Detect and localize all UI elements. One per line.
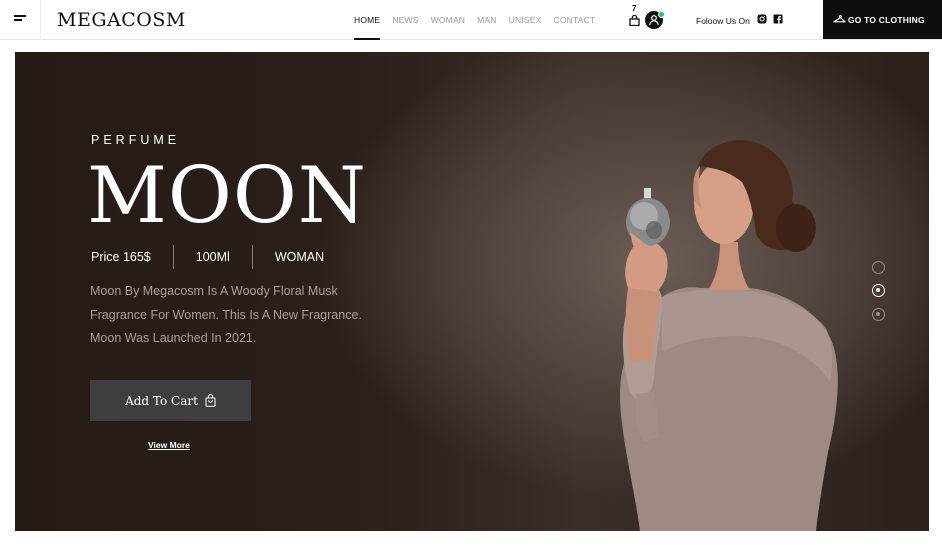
slide-dot-2-active[interactable] [872, 284, 885, 297]
menu-icon[interactable] [14, 14, 28, 24]
product-category: PERFUME [91, 133, 181, 147]
model-with-perfume-image [619, 140, 838, 531]
go-to-clothing-button[interactable]: GO TO CLOTHING [823, 0, 942, 39]
online-status-dot [658, 11, 665, 18]
follow-us-label: Foloow Us On [696, 16, 750, 26]
slide-dot-3[interactable] [872, 308, 885, 321]
spec-divider [251, 245, 253, 269]
nav-man[interactable]: MAN [477, 15, 497, 25]
nav-news[interactable]: NEWS [392, 15, 418, 25]
shopping-bag-icon [629, 15, 640, 26]
site-header: MEGACOSM HOME NEWS WOMAN MAN UNISEX CONT… [0, 0, 942, 40]
add-to-cart-button[interactable]: Add To Cart [90, 380, 251, 421]
slide-dot-1[interactable] [872, 261, 885, 274]
product-volume: 100Ml [195, 250, 230, 264]
product-gender: WOMAN [274, 250, 325, 264]
hero-banner: PERFUME MOON Price 165$ 100Ml WOMAN Moon… [15, 52, 929, 531]
instagram-icon[interactable] [757, 14, 767, 24]
hanger-icon [833, 15, 846, 23]
product-price: Price 165$ [91, 250, 151, 264]
facebook-icon[interactable] [773, 14, 783, 24]
nav-woman[interactable]: WOMAN [431, 15, 466, 25]
add-to-cart-label: Add To Cart [125, 393, 198, 408]
product-specs: Price 165$ 100Ml WOMAN [91, 245, 324, 269]
nav-home[interactable]: HOME [354, 15, 381, 40]
view-more-link[interactable]: View More [148, 440, 190, 450]
header-divider [40, 0, 41, 40]
go-to-clothing-label: GO TO CLOTHING [848, 15, 925, 25]
shopping-bag-icon [205, 394, 216, 407]
logo[interactable]: MEGACOSM [57, 9, 186, 31]
main-nav: HOME NEWS WOMAN MAN UNISEX CONTACT [354, 15, 607, 40]
product-title: MOON [87, 151, 368, 241]
cart-count-badge: 7 [632, 4, 637, 13]
spec-divider [172, 245, 174, 269]
nav-unisex[interactable]: UNISEX [509, 15, 542, 25]
nav-contact[interactable]: CONTACT [554, 15, 596, 25]
product-description: Moon By Megacosm Is A Woody Floral Musk … [90, 284, 362, 345]
cart-button[interactable]: 7 [628, 4, 642, 28]
